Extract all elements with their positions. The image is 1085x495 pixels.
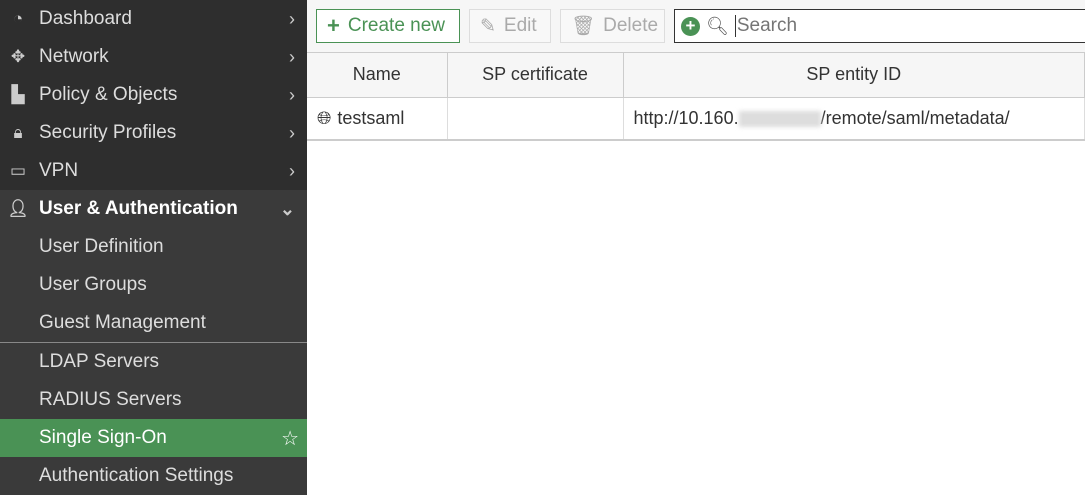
cell-sp-certificate xyxy=(447,97,624,141)
nav-security-profiles[interactable]: 🔒︎ Security Profiles › xyxy=(0,114,307,152)
chevron-down-icon: ⌄ xyxy=(279,198,295,219)
column-name[interactable]: Name xyxy=(307,53,448,98)
chevron-right-icon: › xyxy=(289,8,295,29)
saml-user-icon: 🌐︎ xyxy=(317,107,332,128)
trash-icon: 🗑︎ xyxy=(571,16,596,37)
nav-dashboard[interactable]: ◔ Dashboard › xyxy=(0,0,307,38)
column-sp-entity-id[interactable]: SP entity ID xyxy=(623,53,1085,98)
edit-button[interactable]: ✎ Edit xyxy=(469,9,551,43)
toolbar: + Create new ✎ Edit 🗑︎ Delete + 🔍︎ xyxy=(307,0,1085,53)
user-authentication-section: 👤︎ User & Authentication ⌄ User Definition… xyxy=(0,190,307,495)
nav-guest-management[interactable]: Guest Management xyxy=(0,304,307,342)
add-filter-icon[interactable]: + xyxy=(681,16,700,36)
chevron-right-icon: › xyxy=(289,122,295,143)
main-content: +Create new ✎Edit 🗑︎Delete + 🔍︎ Name SP … xyxy=(307,0,1085,490)
nav-user-groups[interactable]: User Groups xyxy=(0,266,307,304)
nav-authentication-settings[interactable]: Authentication Settings xyxy=(0,457,307,495)
laptop-icon: ▭ xyxy=(9,161,27,180)
create-new-button[interactable]: + Create new xyxy=(316,9,460,43)
plus-icon: + xyxy=(327,13,340,38)
redacted-ip xyxy=(738,111,821,127)
nav-user-definition[interactable]: User Definition xyxy=(0,228,307,266)
chevron-right-icon: › xyxy=(289,46,295,67)
table-header: Name SP certificate SP entity ID xyxy=(307,53,1085,98)
policy-icon: ▙ xyxy=(11,85,25,104)
nav-ldap-servers[interactable]: LDAP Servers xyxy=(0,343,307,381)
nav-user-authentication[interactable]: 👤︎ User & Authentication ⌄ xyxy=(0,190,307,228)
nav-radius-servers[interactable]: RADIUS Servers xyxy=(0,381,307,419)
cell-sp-entity-id: http://10.160./remote/saml/metadata/ xyxy=(623,97,1085,141)
sidebar: ◔ Dashboard › ✥ Network › ▙ Policy & Objects ›… xyxy=(0,0,307,495)
pencil-icon: ✎ xyxy=(480,15,496,37)
chevron-right-icon: › xyxy=(289,160,295,181)
delete-button[interactable]: 🗑︎ Delete xyxy=(560,9,665,43)
search-input[interactable] xyxy=(734,15,1085,37)
user-icon: 👤︎ xyxy=(7,199,29,218)
dashboard-icon: ◔ xyxy=(12,9,24,28)
move-arrows-icon: ✥ xyxy=(10,47,26,66)
cell-name: 🌐︎ testsaml xyxy=(307,97,448,141)
nav-vpn[interactable]: ▭ VPN › xyxy=(0,152,307,190)
chevron-right-icon: › xyxy=(289,84,295,105)
search-box: + 🔍︎ xyxy=(674,9,1085,43)
table-row[interactable]: 🌐︎ testsaml http://10.160./remote/saml/me… xyxy=(307,97,1085,141)
nav-policy-objects[interactable]: ▙ Policy & Objects › xyxy=(0,76,307,114)
nav-network[interactable]: ✥ Network › xyxy=(0,38,307,76)
lock-icon: 🔒︎ xyxy=(13,123,23,142)
column-sp-certificate[interactable]: SP certificate xyxy=(447,53,624,98)
nav-single-sign-on[interactable]: Single Sign-On ☆ xyxy=(0,419,307,457)
search-icon: 🔍︎ xyxy=(706,15,729,36)
star-icon[interactable]: ☆ xyxy=(281,426,299,451)
sso-table: Name SP certificate SP entity ID 🌐︎ tests… xyxy=(307,53,1085,141)
